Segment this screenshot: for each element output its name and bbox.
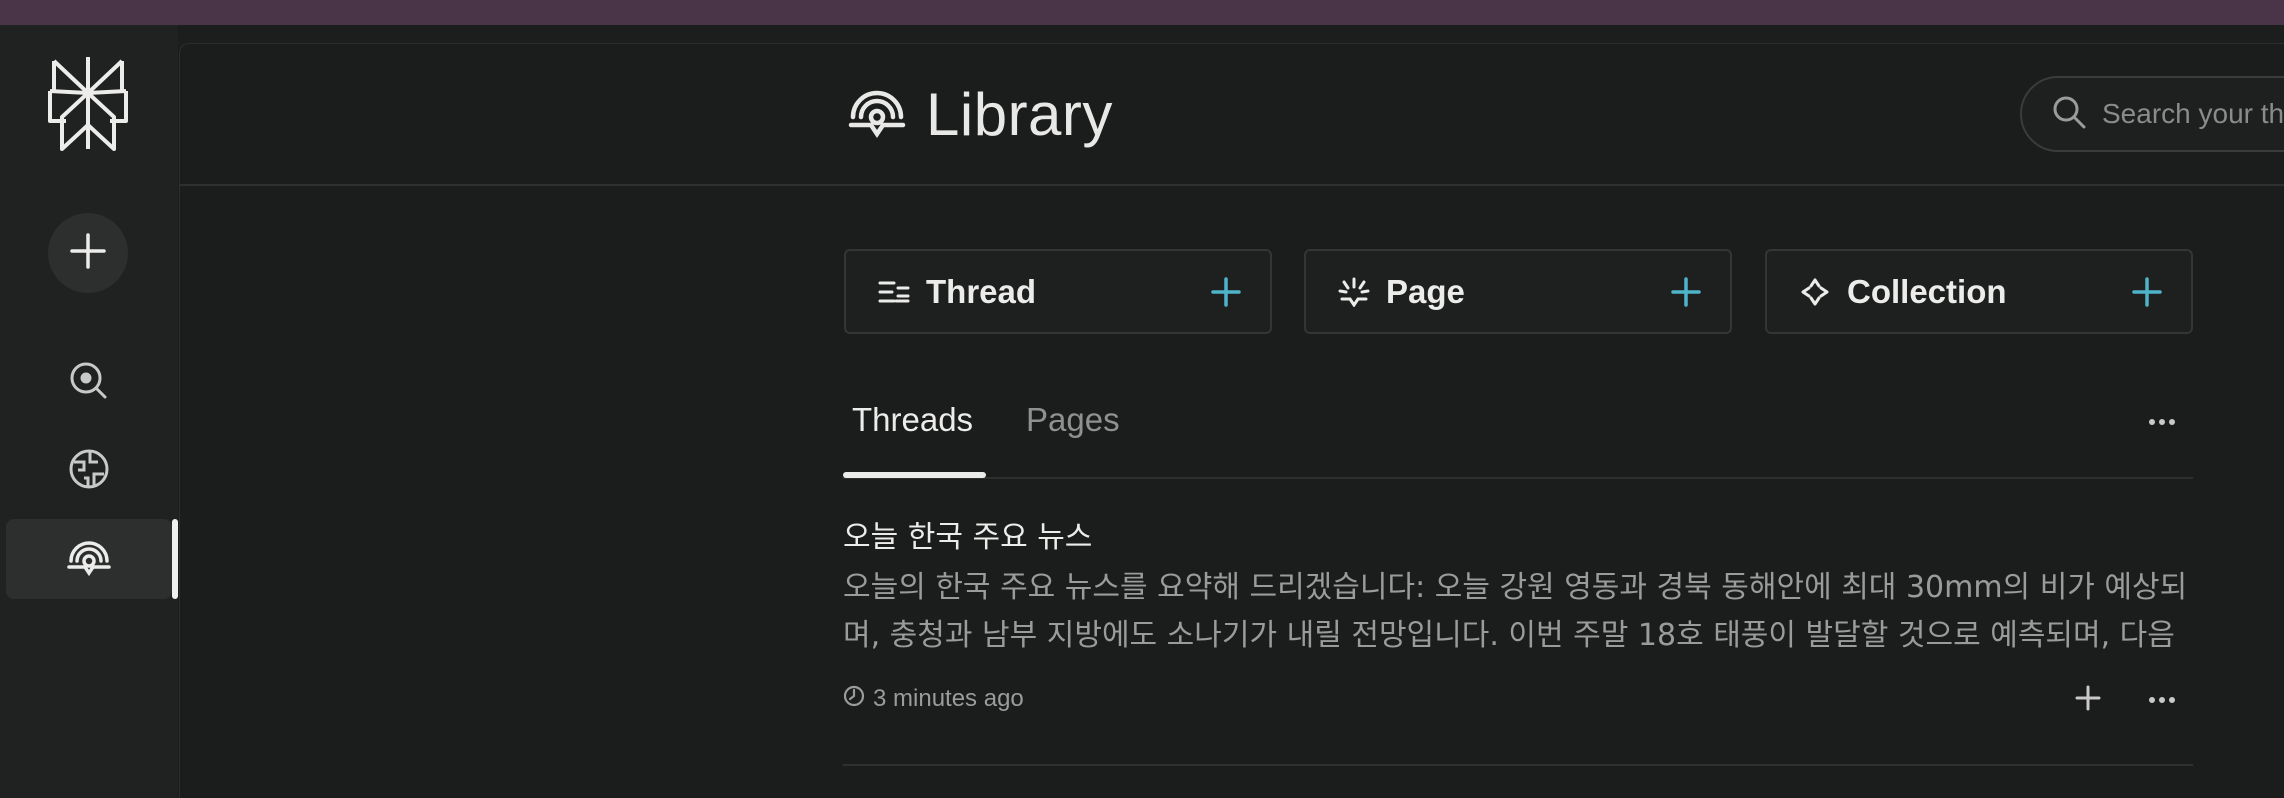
thread-title[interactable]: 오늘 한국 주요 뉴스 (843, 512, 1092, 556)
create-page-label: Page (1386, 272, 1465, 310)
page-title: Library (926, 80, 1113, 148)
plus-icon (70, 232, 106, 274)
add-to-collection-button[interactable] (2066, 678, 2110, 722)
page-header: Library (848, 78, 1113, 150)
tab-threads[interactable]: Threads (852, 398, 973, 442)
globe-icon (68, 448, 110, 495)
active-nav-indicator (172, 519, 178, 599)
create-collection-card[interactable]: Collection (1765, 249, 2193, 334)
thread-options-button[interactable] (2140, 678, 2184, 722)
thread-time-label: 3 minutes ago (873, 685, 1024, 712)
sidebar (0, 25, 178, 798)
plus-icon (2075, 685, 2101, 716)
thread-snippet[interactable]: 오늘의 한국 주요 뉴스를 요약해 드리겠습니다: 오늘 강원 영동과 경북 동… (843, 564, 2193, 660)
create-collection-label: Collection (1847, 272, 2007, 310)
sidebar-item-spaces[interactable] (6, 431, 172, 511)
header-divider (179, 184, 2284, 186)
active-tab-underline (843, 472, 986, 478)
search-input[interactable] (2102, 98, 2284, 130)
search-discover-icon (69, 361, 109, 406)
tab-pages[interactable]: Pages (1026, 398, 1120, 442)
plus-icon[interactable] (2131, 276, 2163, 308)
plus-icon[interactable] (1210, 276, 1242, 308)
library-icon (67, 537, 111, 582)
plus-icon[interactable] (1670, 276, 1702, 308)
search-box[interactable] (2020, 76, 2284, 152)
new-thread-button[interactable] (48, 213, 128, 293)
perplexity-logo-icon[interactable] (44, 55, 132, 151)
create-page-card[interactable]: Page (1304, 249, 1732, 334)
thread-row-divider (843, 764, 2193, 766)
create-thread-label: Thread (926, 272, 1037, 310)
more-horizontal-icon (2149, 691, 2175, 709)
thread-timestamp: 3 minutes ago (843, 682, 1024, 716)
create-thread-card[interactable]: Thread (844, 249, 1272, 334)
window-top-bar (0, 0, 2284, 25)
sidebar-item-discover[interactable] (6, 343, 172, 423)
search-icon (2052, 95, 2086, 134)
sidebar-item-library[interactable] (6, 519, 172, 599)
more-horizontal-icon (2149, 413, 2175, 431)
collection-icon (1799, 276, 1831, 308)
library-options-button[interactable] (2140, 400, 2184, 444)
clock-icon (843, 685, 865, 714)
thread-icon (878, 276, 910, 308)
page-icon (1338, 276, 1370, 308)
tabs-divider (843, 477, 2193, 479)
main-panel (179, 43, 2284, 798)
library-icon (848, 85, 906, 144)
